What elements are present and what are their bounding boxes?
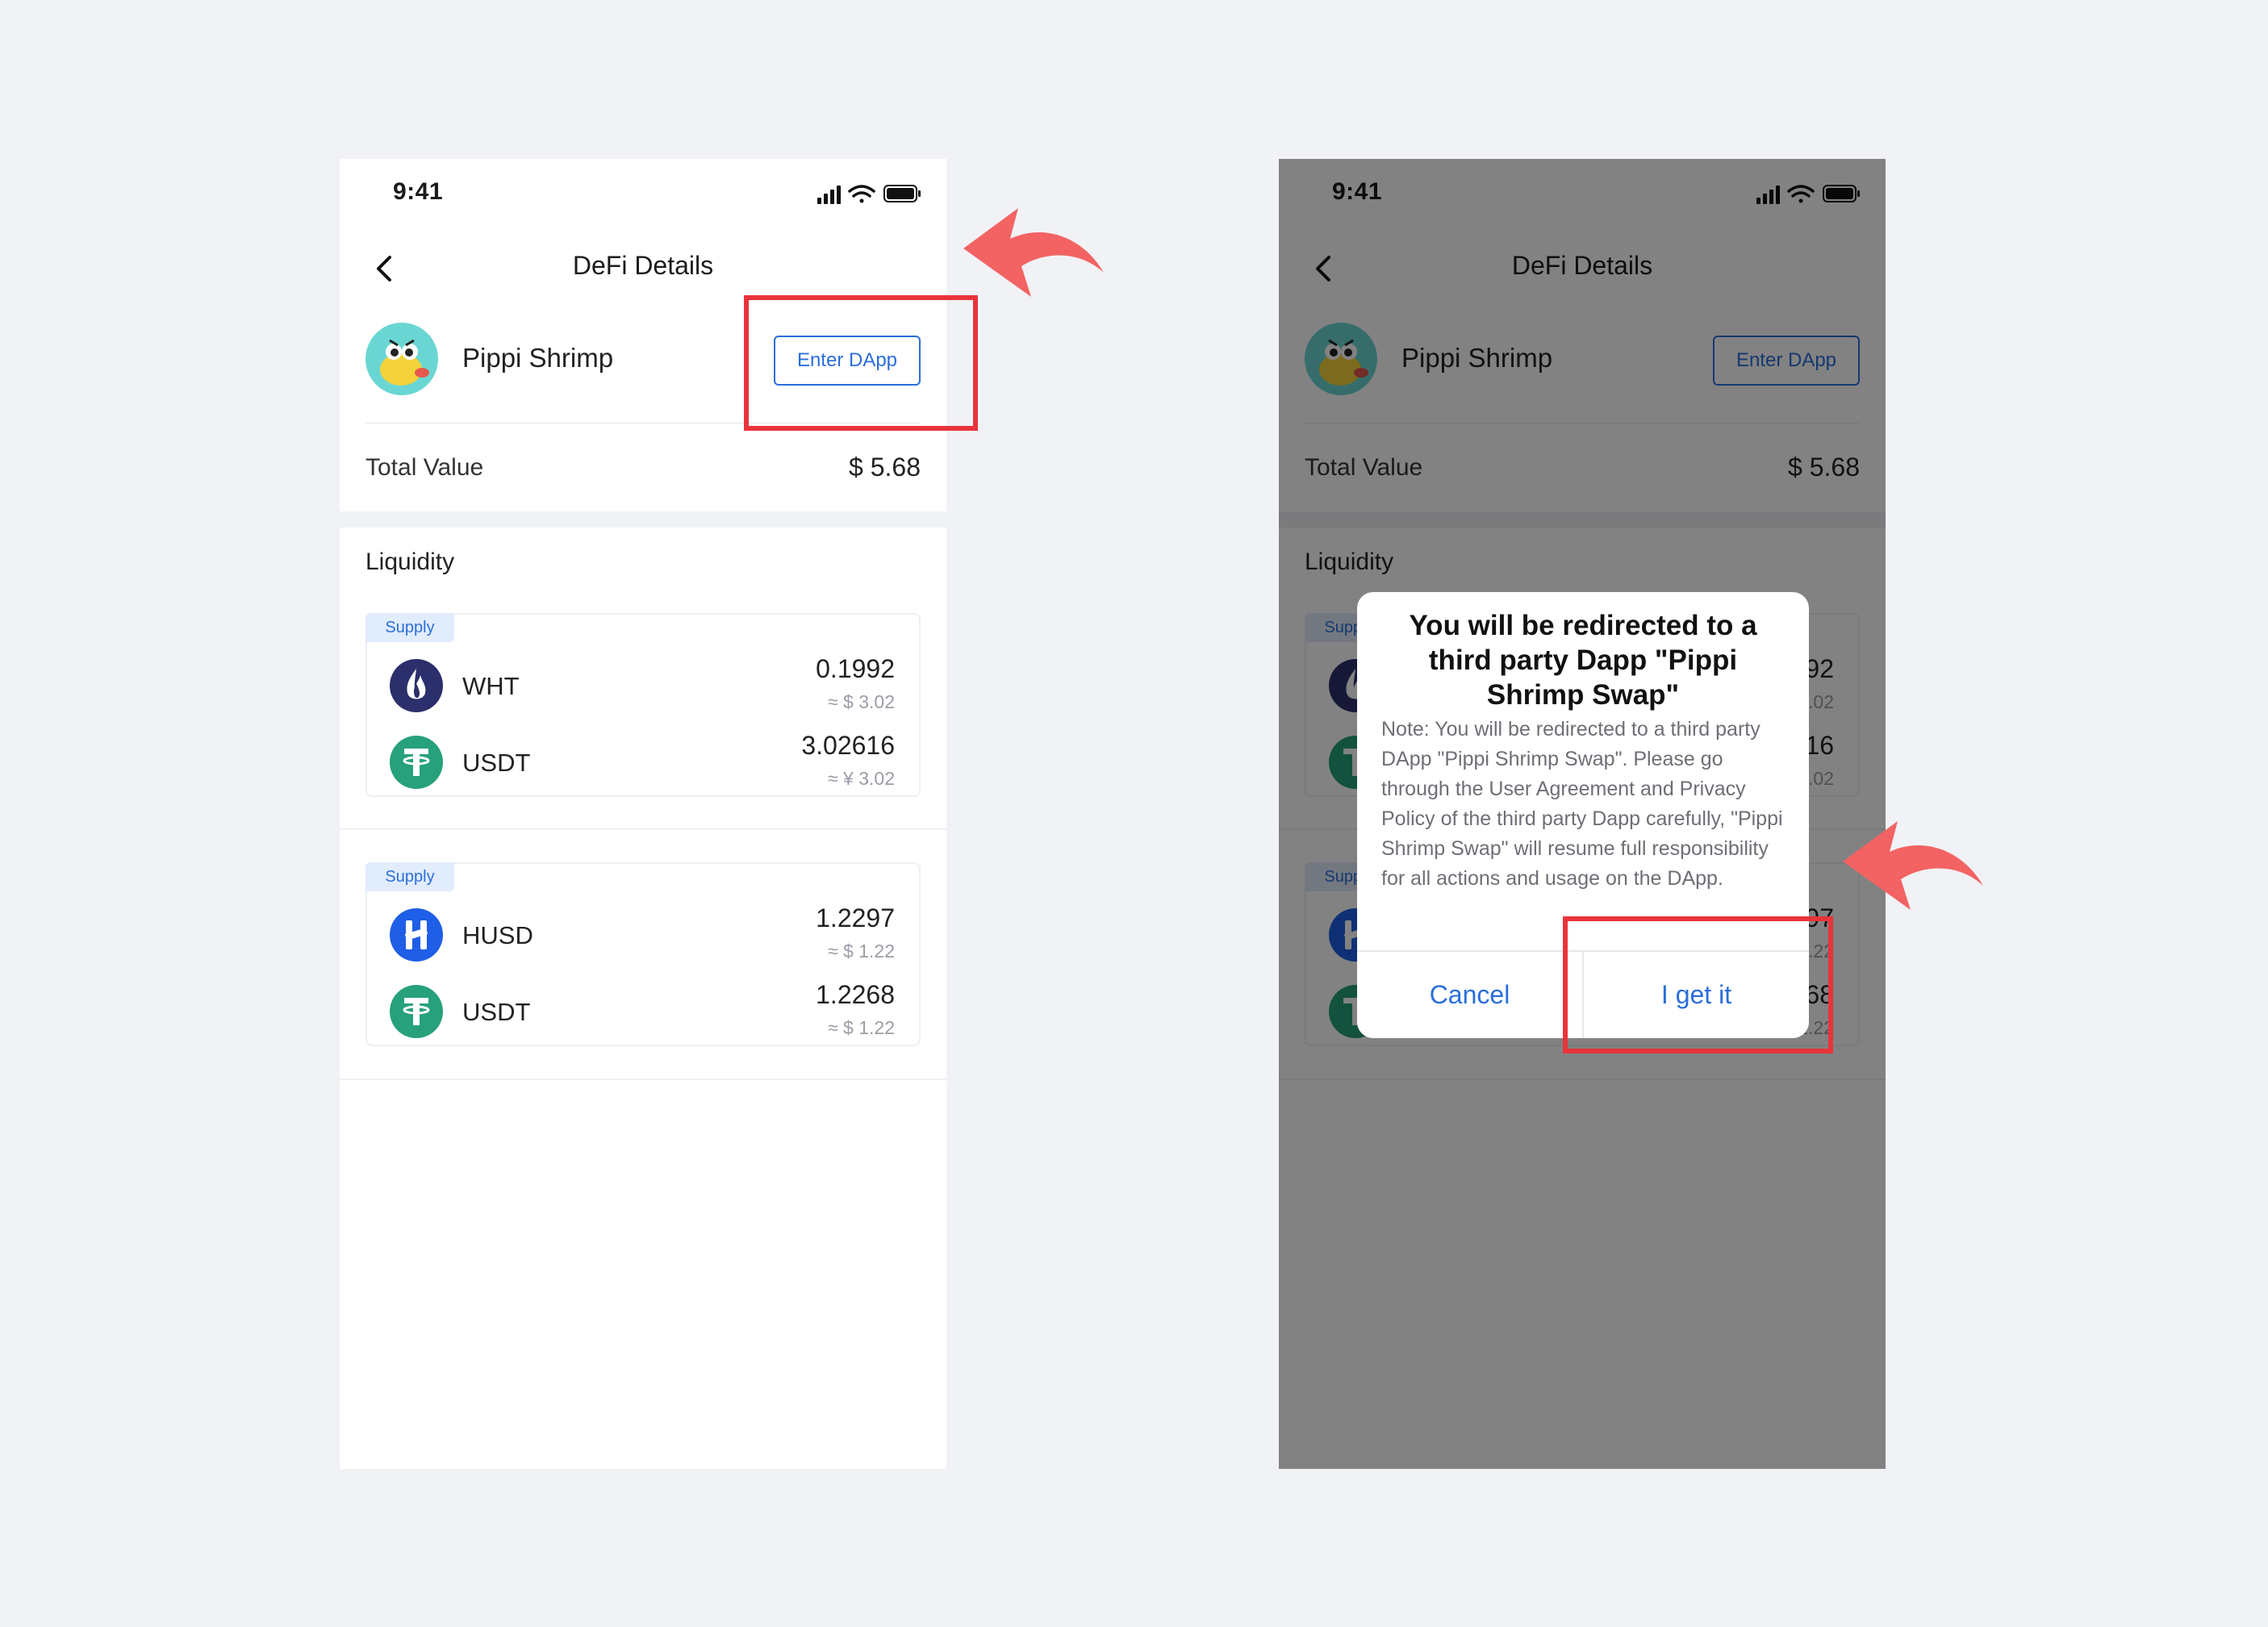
divider — [340, 1078, 946, 1080]
usdt-icon — [390, 985, 443, 1038]
curved-arrow-icon — [963, 208, 1104, 297]
supply-tag: Supply — [365, 862, 454, 891]
token-amount: 1.2297 — [816, 903, 895, 932]
status-bar: 9:41 — [340, 159, 946, 232]
token-fiat-value: ≈ $ 3.02 — [828, 691, 895, 712]
token-fiat-value: ≈ ¥ 3.02 — [828, 768, 895, 789]
token-amount: 1.2268 — [816, 980, 895, 1009]
status-time: 9:41 — [393, 178, 444, 205]
token-fiat-value: ≈ $ 1.22 — [828, 1017, 895, 1038]
token-symbol: USDT — [462, 998, 531, 1026]
battery-icon — [883, 185, 921, 202]
token-symbol: HUSD — [462, 921, 533, 949]
wifi-icon — [848, 185, 875, 203]
token-symbol: WHT — [462, 672, 520, 700]
page-title: DeFi Details — [572, 251, 714, 280]
wht-icon — [390, 659, 443, 712]
pippi-shrimp-logo-icon — [365, 323, 438, 395]
liquidity-title: Liquidity — [365, 549, 455, 575]
divider — [340, 828, 946, 830]
curved-arrow-icon — [1843, 821, 1983, 910]
status-icons — [817, 185, 921, 204]
token-amount: 3.02616 — [801, 731, 895, 760]
total-value-amount: $ 5.68 — [849, 453, 921, 482]
token-row: USDT 1.2268 ≈ $ 1.22 — [390, 975, 895, 1048]
cancel-button[interactable]: Cancel — [1357, 952, 1582, 1038]
total-value-label: Total Value — [365, 454, 484, 481]
dialog-title: You will be redirected to a third party … — [1409, 610, 1757, 711]
token-row: USDT 3.02616 ≈ ¥ 3.02 — [390, 726, 895, 799]
dialog-message: Note: You will be redirected to a third … — [1381, 718, 1783, 890]
signal-icon — [817, 186, 841, 204]
husd-icon — [390, 908, 443, 962]
token-fiat-value: ≈ $ 1.22 — [828, 941, 895, 962]
token-symbol: USDT — [462, 749, 531, 777]
section-gap — [340, 511, 946, 528]
token-amount: 0.1992 — [816, 654, 895, 683]
supply-tag: Supply — [365, 613, 454, 642]
highlight-box-i-get-it — [1563, 916, 1833, 1053]
liquidity-card: Supply HUSD 1.2297 ≈ $ 1.22 USDT 1.2268 … — [365, 862, 921, 1046]
nav-bar: DeFi Details — [340, 240, 946, 299]
token-row: HUSD 1.2297 ≈ $ 1.22 — [390, 899, 895, 971]
liquidity-card: Supply WHT 0.1992 ≈ $ 3.02 USDT 3.02616 … — [365, 613, 921, 797]
highlight-box-enter-dapp — [744, 295, 978, 431]
dapp-name: Pippi Shrimp — [462, 343, 614, 373]
token-row: WHT 0.1992 ≈ $ 3.02 — [390, 649, 895, 722]
usdt-icon — [390, 736, 443, 789]
phone-screen-redirect-dialog: 9:41 DeFi Details Pippi Shrimp Enter DAp… — [1279, 159, 1886, 1469]
